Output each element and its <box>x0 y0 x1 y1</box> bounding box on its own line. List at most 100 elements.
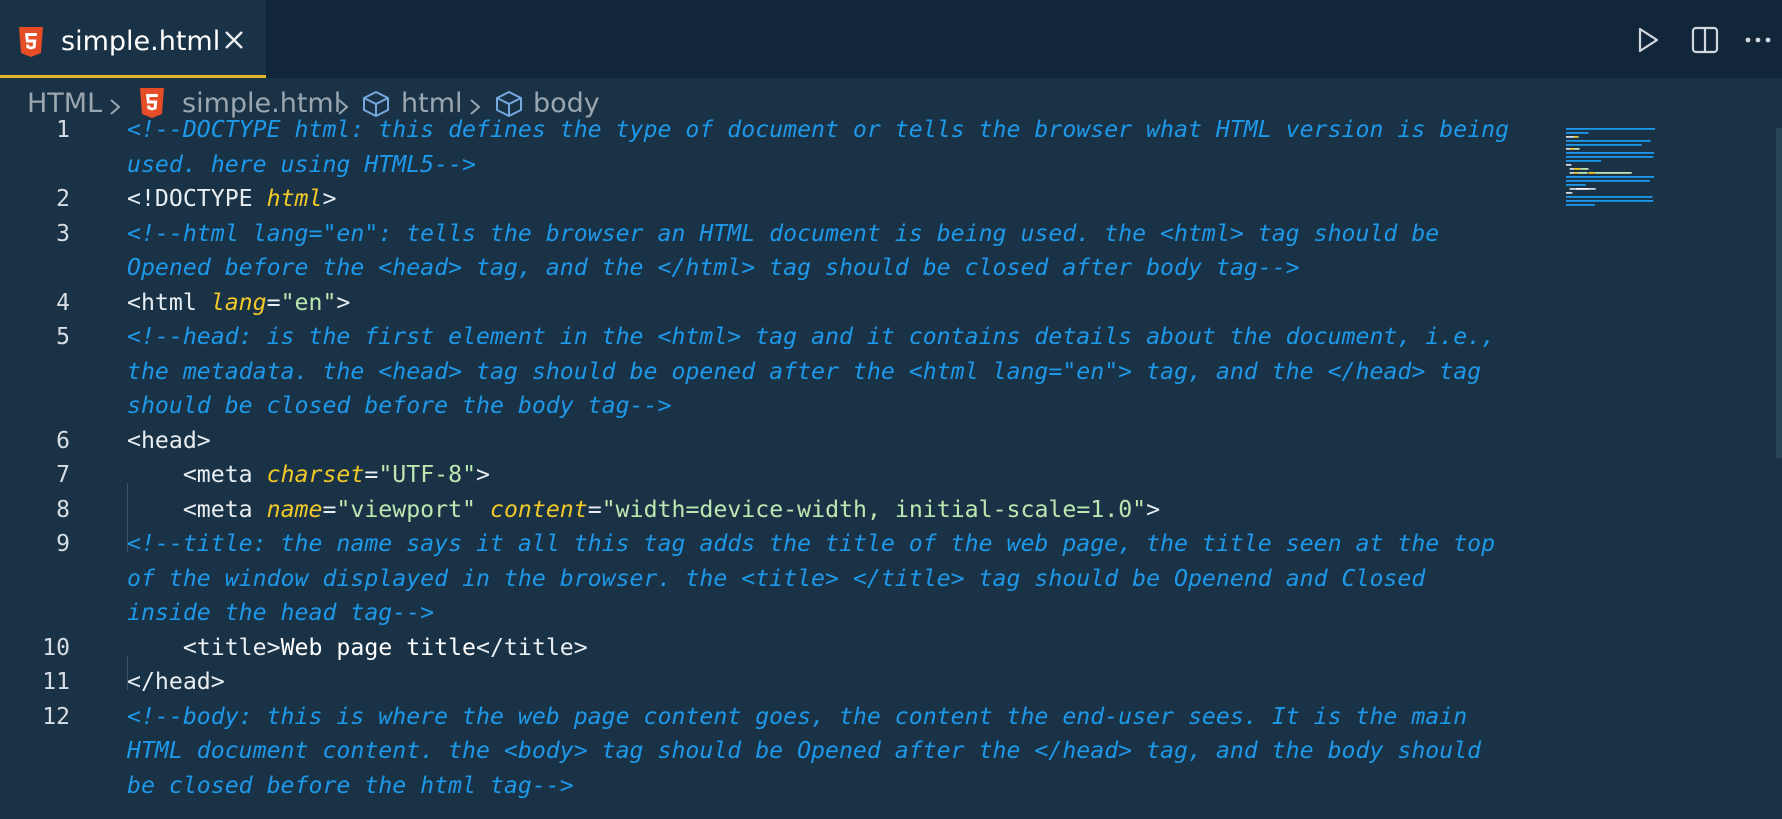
line-number: 5 <box>56 324 70 350</box>
minimap-line <box>1566 136 1575 138</box>
minimap-line <box>1566 192 1573 194</box>
minimap-line <box>1566 196 1653 198</box>
code-token: of the window displayed in the browser. … <box>127 564 1426 592</box>
minimap-line <box>1588 188 1596 190</box>
code-token: HTML document content. the <body> tag sh… <box>127 737 1482 764</box>
minimap-line <box>1575 188 1589 190</box>
line-number: 9 <box>56 531 70 557</box>
code-line: <!--html lang="en": tells the browser an… <box>127 217 1439 252</box>
code-token: > <box>1146 495 1161 523</box>
code-token: inside the head tag--> <box>127 599 435 626</box>
minimap-line <box>1566 164 1572 166</box>
code-editor[interactable]: 1 <!--DOCTYPE html: this defines the type… <box>0 116 1782 819</box>
minimap-line <box>1588 172 1595 174</box>
line-number: 6 <box>56 427 70 454</box>
line-number: 1 <box>56 117 70 143</box>
line-number: 3 <box>56 220 70 247</box>
minimap-line <box>1566 156 1654 158</box>
html5-icon <box>19 27 43 57</box>
editor-tab-bar: simple.html <box>0 0 1782 78</box>
code-token: <!--title: the name says it all this tag… <box>127 530 1496 557</box>
minimap-line <box>1570 148 1575 150</box>
code-token: <!--DOCTYPE html: this defines the type … <box>127 116 1510 143</box>
code-token: Opened before the <head> tag, and the </… <box>127 254 1300 281</box>
code-token: = <box>266 288 281 316</box>
code-token: > <box>336 288 351 316</box>
minimap-line <box>1594 172 1596 174</box>
minimap-line <box>1569 188 1576 190</box>
code-line: <!DOCTYPE html> <box>127 182 336 217</box>
code-token: </title> <box>476 633 588 661</box>
code-token: "en" <box>280 288 337 316</box>
code-token: = <box>587 495 602 523</box>
code-line: <meta charset="UTF-8"> <box>127 458 490 493</box>
code-token: </head> <box>127 668 225 695</box>
line-number: 10 <box>42 634 70 661</box>
chevron-right-icon <box>110 99 121 115</box>
code-line: should be closed before the body tag--> <box>127 389 671 424</box>
minimap-line <box>1569 168 1575 170</box>
code-token: html <box>266 185 323 212</box>
code-line: </head> <box>127 665 225 700</box>
code-token: <html <box>127 288 211 316</box>
minimap-line <box>1566 180 1650 182</box>
split-editor-icon[interactable] <box>1689 24 1721 56</box>
minimap-line <box>1566 140 1651 142</box>
code-token: = <box>322 495 337 523</box>
code-token: Web page title <box>280 633 477 661</box>
code-token: > <box>322 185 337 212</box>
minimap-line <box>1574 148 1575 150</box>
minimap-line <box>1630 172 1632 174</box>
minimap-line <box>1595 172 1631 174</box>
code-line: inside the head tag--> <box>127 596 434 631</box>
minimap-line <box>1569 172 1575 174</box>
tab-simple-html[interactable]: simple.html <box>0 0 266 78</box>
code-token: <!--html lang="en": tells the browser an… <box>127 219 1440 247</box>
minimap-line <box>1577 172 1579 174</box>
tab-label: simple.html <box>61 26 221 57</box>
code-line: be closed before the html tag--> <box>127 769 574 804</box>
minimap-line <box>1566 148 1571 150</box>
minimap-line <box>1566 160 1602 162</box>
minimap-line <box>1566 132 1589 134</box>
line-number: 8 <box>56 496 70 523</box>
minimap-line <box>1566 144 1642 146</box>
minimap-line <box>1566 128 1656 130</box>
code-line: the metadata. the <head> tag should be o… <box>127 355 1481 390</box>
code-token: "width=device-width, initial-scale=1.0" <box>601 495 1147 523</box>
code-token: = <box>364 461 379 488</box>
code-token: <meta <box>127 495 267 523</box>
code-line: HTML document content. the <body> tag sh… <box>127 734 1481 769</box>
line-number: 12 <box>42 703 70 730</box>
line-number: 7 <box>56 462 70 488</box>
code-line: <html lang="en"> <box>127 286 350 321</box>
play-icon[interactable] <box>1631 24 1663 56</box>
minimap-line <box>1566 176 1655 178</box>
minimap[interactable] <box>1566 126 1766 246</box>
code-line: used. here using HTML5--> <box>127 148 476 183</box>
code-line: <meta name="viewport" content="width=dev… <box>127 493 1160 528</box>
code-token: <title> <box>127 633 281 661</box>
code-line: <!--head: is the first element in the <h… <box>127 320 1495 355</box>
minimap-line <box>1580 168 1582 170</box>
minimap-line <box>1578 172 1588 174</box>
code-line: <!--body: this is where the web page con… <box>127 700 1467 735</box>
code-token: should be closed before the body tag--> <box>127 392 672 419</box>
minimap-line <box>1575 148 1579 150</box>
code-token: <head> <box>127 426 211 454</box>
minimap-line <box>1566 152 1655 154</box>
code-token: <!--body: this is where the web page con… <box>127 702 1468 730</box>
code-token: content <box>490 495 588 523</box>
minimap-line <box>1574 136 1578 138</box>
close-icon[interactable] <box>221 27 247 53</box>
minimap-line <box>1577 136 1579 138</box>
more-icon[interactable] <box>1742 24 1774 56</box>
minimap-line <box>1566 200 1654 202</box>
code-line: <head> <box>127 424 211 459</box>
code-token: <!DOCTYPE <box>127 185 267 212</box>
code-token: the metadata. the <head> tag should be o… <box>127 357 1482 385</box>
vertical-scrollbar[interactable] <box>1776 128 1782 458</box>
code-token: used. here using HTML5--> <box>127 150 477 178</box>
minimap-line <box>1574 172 1578 174</box>
code-line: of the window displayed in the browser. … <box>127 562 1425 597</box>
